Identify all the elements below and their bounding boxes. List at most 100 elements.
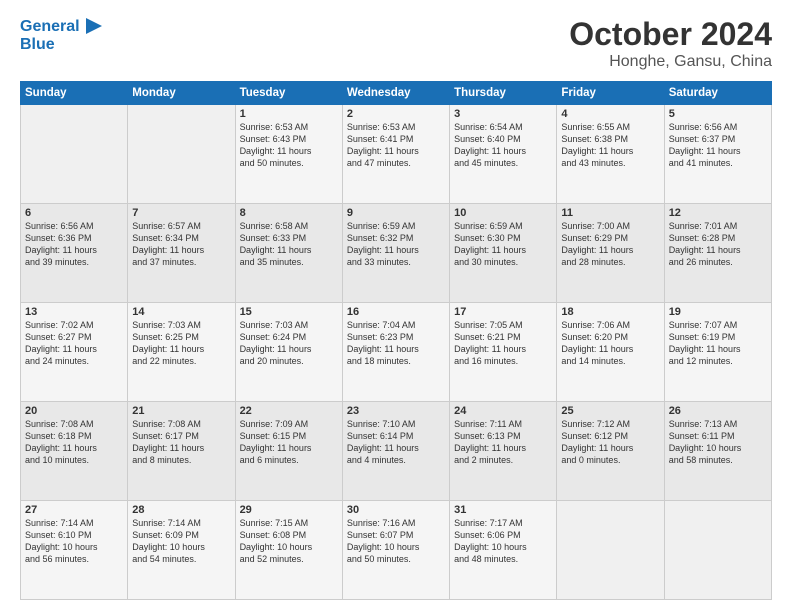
- day-info: Sunrise: 6:58 AM Sunset: 6:33 PM Dayligh…: [240, 220, 338, 269]
- day-number: 19: [669, 306, 767, 318]
- day-number: 28: [132, 504, 230, 516]
- day-number: 4: [561, 108, 659, 120]
- day-info: Sunrise: 7:14 AM Sunset: 6:09 PM Dayligh…: [132, 517, 230, 566]
- day-info: Sunrise: 6:56 AM Sunset: 6:36 PM Dayligh…: [25, 220, 123, 269]
- day-number: 16: [347, 306, 445, 318]
- calendar-cell-w4-d1: 20Sunrise: 7:08 AM Sunset: 6:18 PM Dayli…: [21, 402, 128, 501]
- calendar-cell-w4-d4: 23Sunrise: 7:10 AM Sunset: 6:14 PM Dayli…: [342, 402, 449, 501]
- day-info: Sunrise: 6:55 AM Sunset: 6:38 PM Dayligh…: [561, 121, 659, 170]
- calendar-cell-w3-d5: 17Sunrise: 7:05 AM Sunset: 6:21 PM Dayli…: [450, 303, 557, 402]
- day-number: 26: [669, 405, 767, 417]
- calendar-cell-w1-d3: 1Sunrise: 6:53 AM Sunset: 6:43 PM Daylig…: [235, 105, 342, 204]
- calendar-cell-w2-d3: 8Sunrise: 6:58 AM Sunset: 6:33 PM Daylig…: [235, 204, 342, 303]
- day-info: Sunrise: 7:04 AM Sunset: 6:23 PM Dayligh…: [347, 319, 445, 368]
- col-wednesday: Wednesday: [342, 82, 449, 105]
- title-block: October 2024 Honghe, Gansu, China: [569, 16, 772, 71]
- calendar-cell-w1-d4: 2Sunrise: 6:53 AM Sunset: 6:41 PM Daylig…: [342, 105, 449, 204]
- day-number: 14: [132, 306, 230, 318]
- calendar-cell-w5-d2: 28Sunrise: 7:14 AM Sunset: 6:09 PM Dayli…: [128, 501, 235, 600]
- calendar-week-1: 1Sunrise: 6:53 AM Sunset: 6:43 PM Daylig…: [21, 105, 772, 204]
- day-number: 23: [347, 405, 445, 417]
- calendar-cell-w3-d6: 18Sunrise: 7:06 AM Sunset: 6:20 PM Dayli…: [557, 303, 664, 402]
- calendar-cell-w5-d3: 29Sunrise: 7:15 AM Sunset: 6:08 PM Dayli…: [235, 501, 342, 600]
- day-info: Sunrise: 7:09 AM Sunset: 6:15 PM Dayligh…: [240, 418, 338, 467]
- day-info: Sunrise: 7:08 AM Sunset: 6:18 PM Dayligh…: [25, 418, 123, 467]
- calendar-cell-w4-d5: 24Sunrise: 7:11 AM Sunset: 6:13 PM Dayli…: [450, 402, 557, 501]
- page: General Blue October 2024 Honghe, Gansu,…: [0, 0, 792, 612]
- day-number: 24: [454, 405, 552, 417]
- day-info: Sunrise: 6:56 AM Sunset: 6:37 PM Dayligh…: [669, 121, 767, 170]
- day-number: 7: [132, 207, 230, 219]
- calendar-cell-w5-d1: 27Sunrise: 7:14 AM Sunset: 6:10 PM Dayli…: [21, 501, 128, 600]
- col-tuesday: Tuesday: [235, 82, 342, 105]
- calendar-header-row: Sunday Monday Tuesday Wednesday Thursday…: [21, 82, 772, 105]
- day-info: Sunrise: 7:11 AM Sunset: 6:13 PM Dayligh…: [454, 418, 552, 467]
- calendar-cell-w5-d4: 30Sunrise: 7:16 AM Sunset: 6:07 PM Dayli…: [342, 501, 449, 600]
- day-number: 21: [132, 405, 230, 417]
- calendar-cell-w2-d7: 12Sunrise: 7:01 AM Sunset: 6:28 PM Dayli…: [664, 204, 771, 303]
- calendar-cell-w3-d7: 19Sunrise: 7:07 AM Sunset: 6:19 PM Dayli…: [664, 303, 771, 402]
- day-info: Sunrise: 6:53 AM Sunset: 6:43 PM Dayligh…: [240, 121, 338, 170]
- day-info: Sunrise: 7:00 AM Sunset: 6:29 PM Dayligh…: [561, 220, 659, 269]
- calendar-week-5: 27Sunrise: 7:14 AM Sunset: 6:10 PM Dayli…: [21, 501, 772, 600]
- day-info: Sunrise: 7:06 AM Sunset: 6:20 PM Dayligh…: [561, 319, 659, 368]
- col-friday: Friday: [557, 82, 664, 105]
- day-info: Sunrise: 7:17 AM Sunset: 6:06 PM Dayligh…: [454, 517, 552, 566]
- col-saturday: Saturday: [664, 82, 771, 105]
- day-number: 17: [454, 306, 552, 318]
- calendar-cell-w2-d2: 7Sunrise: 6:57 AM Sunset: 6:34 PM Daylig…: [128, 204, 235, 303]
- day-number: 5: [669, 108, 767, 120]
- calendar-cell-w2-d4: 9Sunrise: 6:59 AM Sunset: 6:32 PM Daylig…: [342, 204, 449, 303]
- day-number: 13: [25, 306, 123, 318]
- calendar-cell-w1-d1: [21, 105, 128, 204]
- calendar-cell-w2-d1: 6Sunrise: 6:56 AM Sunset: 6:36 PM Daylig…: [21, 204, 128, 303]
- day-number: 11: [561, 207, 659, 219]
- day-number: 27: [25, 504, 123, 516]
- day-number: 30: [347, 504, 445, 516]
- calendar-cell-w3-d2: 14Sunrise: 7:03 AM Sunset: 6:25 PM Dayli…: [128, 303, 235, 402]
- calendar-cell-w1-d7: 5Sunrise: 6:56 AM Sunset: 6:37 PM Daylig…: [664, 105, 771, 204]
- day-number: 10: [454, 207, 552, 219]
- day-info: Sunrise: 7:12 AM Sunset: 6:12 PM Dayligh…: [561, 418, 659, 467]
- day-info: Sunrise: 7:02 AM Sunset: 6:27 PM Dayligh…: [25, 319, 123, 368]
- calendar-cell-w4-d3: 22Sunrise: 7:09 AM Sunset: 6:15 PM Dayli…: [235, 402, 342, 501]
- calendar-week-4: 20Sunrise: 7:08 AM Sunset: 6:18 PM Dayli…: [21, 402, 772, 501]
- logo-text-general: General: [20, 18, 80, 36]
- col-thursday: Thursday: [450, 82, 557, 105]
- day-number: 29: [240, 504, 338, 516]
- day-info: Sunrise: 7:01 AM Sunset: 6:28 PM Dayligh…: [669, 220, 767, 269]
- calendar-cell-w1-d5: 3Sunrise: 6:54 AM Sunset: 6:40 PM Daylig…: [450, 105, 557, 204]
- day-info: Sunrise: 7:10 AM Sunset: 6:14 PM Dayligh…: [347, 418, 445, 467]
- day-number: 15: [240, 306, 338, 318]
- calendar-cell-w5-d7: [664, 501, 771, 600]
- day-info: Sunrise: 7:03 AM Sunset: 6:24 PM Dayligh…: [240, 319, 338, 368]
- day-info: Sunrise: 7:03 AM Sunset: 6:25 PM Dayligh…: [132, 319, 230, 368]
- calendar-week-2: 6Sunrise: 6:56 AM Sunset: 6:36 PM Daylig…: [21, 204, 772, 303]
- calendar-cell-w3-d4: 16Sunrise: 7:04 AM Sunset: 6:23 PM Dayli…: [342, 303, 449, 402]
- day-info: Sunrise: 6:53 AM Sunset: 6:41 PM Dayligh…: [347, 121, 445, 170]
- day-info: Sunrise: 7:08 AM Sunset: 6:17 PM Dayligh…: [132, 418, 230, 467]
- calendar-cell-w4-d7: 26Sunrise: 7:13 AM Sunset: 6:11 PM Dayli…: [664, 402, 771, 501]
- day-number: 31: [454, 504, 552, 516]
- day-info: Sunrise: 6:59 AM Sunset: 6:32 PM Dayligh…: [347, 220, 445, 269]
- header: General Blue October 2024 Honghe, Gansu,…: [20, 16, 772, 71]
- location: Honghe, Gansu, China: [569, 53, 772, 71]
- logo-text-blue: Blue: [20, 36, 106, 54]
- day-info: Sunrise: 6:57 AM Sunset: 6:34 PM Dayligh…: [132, 220, 230, 269]
- day-number: 8: [240, 207, 338, 219]
- logo: General Blue: [20, 16, 106, 54]
- calendar-cell-w1-d2: [128, 105, 235, 204]
- calendar-cell-w4-d6: 25Sunrise: 7:12 AM Sunset: 6:12 PM Dayli…: [557, 402, 664, 501]
- col-sunday: Sunday: [21, 82, 128, 105]
- col-monday: Monday: [128, 82, 235, 105]
- calendar-cell-w5-d6: [557, 501, 664, 600]
- day-info: Sunrise: 7:14 AM Sunset: 6:10 PM Dayligh…: [25, 517, 123, 566]
- calendar-cell-w3-d1: 13Sunrise: 7:02 AM Sunset: 6:27 PM Dayli…: [21, 303, 128, 402]
- day-info: Sunrise: 7:13 AM Sunset: 6:11 PM Dayligh…: [669, 418, 767, 467]
- calendar-week-3: 13Sunrise: 7:02 AM Sunset: 6:27 PM Dayli…: [21, 303, 772, 402]
- day-number: 25: [561, 405, 659, 417]
- day-info: Sunrise: 7:15 AM Sunset: 6:08 PM Dayligh…: [240, 517, 338, 566]
- day-info: Sunrise: 7:05 AM Sunset: 6:21 PM Dayligh…: [454, 319, 552, 368]
- month-title: October 2024: [569, 16, 772, 53]
- calendar-cell-w1-d6: 4Sunrise: 6:55 AM Sunset: 6:38 PM Daylig…: [557, 105, 664, 204]
